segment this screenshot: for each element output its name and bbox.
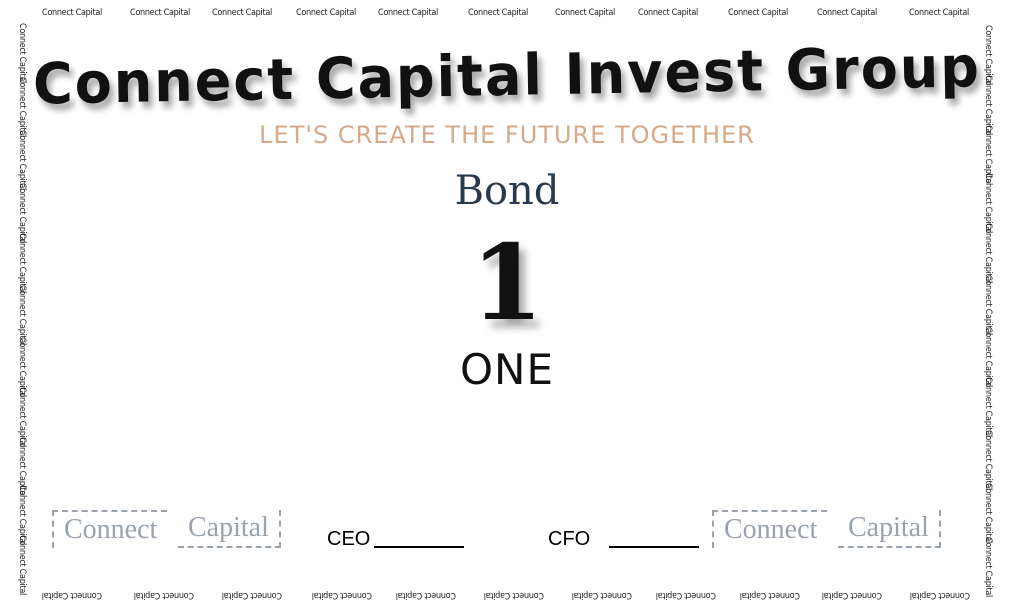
border-text: Connect Capital <box>42 8 102 18</box>
border-text: Connect Capital <box>296 8 356 18</box>
bond-certificate: Connect Capital Connect Capital Connect … <box>0 0 1014 612</box>
border-text: Connect Capital <box>468 8 528 18</box>
seal-word: Capital <box>838 510 941 548</box>
border-text: Connect Capital <box>396 590 456 600</box>
border-text: Connect Capital <box>572 590 632 600</box>
border-text: Connect Capital <box>222 590 282 600</box>
border-text: Connect Capital <box>638 8 698 18</box>
seal-word: Connect <box>712 510 828 548</box>
tagline: LET'S CREATE THE FUTURE TOGETHER <box>259 121 755 149</box>
amount-words: ONE <box>459 345 554 394</box>
border-text: Connect Capital <box>909 8 969 18</box>
amount-number: 1 <box>470 221 544 344</box>
border-text: Connect Capital <box>212 8 272 18</box>
company-name: Connect Capital Invest Group <box>32 33 982 118</box>
border-text: Connect Capital <box>817 8 877 18</box>
border-text: Connect Capital <box>910 590 970 600</box>
document-type: Bond <box>454 168 560 214</box>
seal-right: Connect Capital <box>712 510 962 556</box>
border-text: Connect Capital <box>740 590 800 600</box>
cfo-signature-line <box>609 546 699 548</box>
border-text: Connect Capital <box>983 483 993 543</box>
seal-word: Capital <box>178 510 281 548</box>
cfo-label: CFO <box>548 528 591 550</box>
border-text: Connect Capital <box>656 590 716 600</box>
border-text: Connect Capital <box>42 590 102 600</box>
ceo-signature-line <box>374 546 464 548</box>
border-text: Connect Capital <box>17 535 27 595</box>
border-text: Connect Capital <box>484 590 544 600</box>
border-text: Connect Capital <box>378 8 438 18</box>
border-text: Connect Capital <box>822 590 882 600</box>
border-text: Connect Capital <box>983 537 993 597</box>
border-text: Connect Capital <box>728 8 788 18</box>
seal-left: Connect Capital <box>52 510 302 556</box>
border-text: Connect Capital <box>130 8 190 18</box>
border-text: Connect Capital <box>555 8 615 18</box>
border-text: Connect Capital <box>983 430 993 490</box>
border-text: Connect Capital <box>312 590 372 600</box>
company-title: Connect Capital Invest Group <box>0 34 1014 118</box>
border-text: Connect Capital <box>134 590 194 600</box>
seal-word: Connect <box>52 510 168 548</box>
ceo-label: CEO <box>327 528 371 550</box>
